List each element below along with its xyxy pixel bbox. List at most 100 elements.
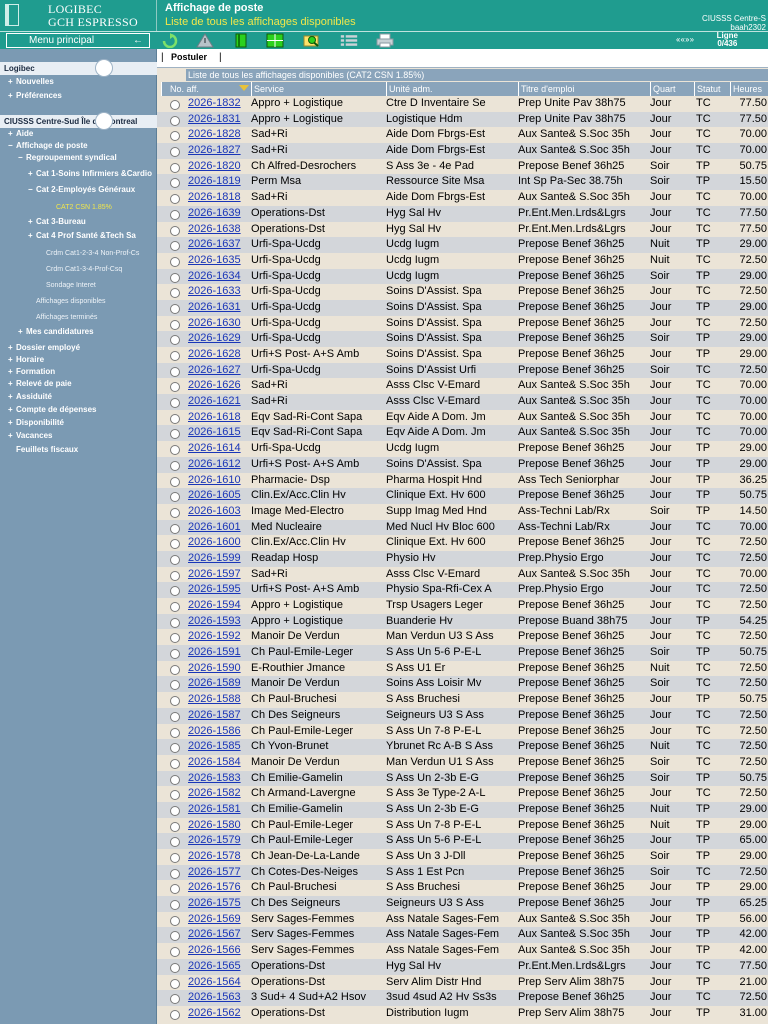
table-row[interactable]: 2026-1585 Ch Yvon-Brunet Ybrunet Rc A-B S … xyxy=(157,739,768,755)
row-select-radio[interactable] xyxy=(170,680,180,691)
row-select-radio[interactable] xyxy=(170,821,180,832)
posting-number-link[interactable]: 2026-1610 xyxy=(188,473,241,489)
row-select-radio[interactable] xyxy=(170,209,180,220)
table-row[interactable]: 2026-1587 Ch Des Seigneurs Seigneurs U3 S … xyxy=(157,707,768,724)
row-select-radio[interactable] xyxy=(170,335,180,346)
table-row[interactable]: 2026-1582 Ch Armand-Lavergne S Ass 3e Type… xyxy=(157,786,768,802)
posting-number-link[interactable]: 2026-1832 xyxy=(188,96,241,112)
row-select-radio[interactable] xyxy=(170,1009,180,1020)
sidebar-item-disponibilite[interactable]: + Disponibilité xyxy=(0,418,157,428)
row-select-radio[interactable] xyxy=(170,758,180,769)
list-view-icon[interactable] xyxy=(340,33,358,48)
table-row[interactable]: 2026-1566 Serv Sages-Femmes Ass Natale Sag… xyxy=(157,943,768,959)
table-row[interactable]: 2026-1565 Operations-Dst Hyg Sal Hv Pr.Ent.… xyxy=(157,958,768,975)
posting-number-link[interactable]: 2026-1593 xyxy=(188,614,241,630)
row-select-radio[interactable] xyxy=(170,696,180,707)
grid-export-icon[interactable] xyxy=(266,33,284,48)
expand-icon[interactable]: + xyxy=(8,91,16,101)
posting-number-link[interactable]: 2026-1600 xyxy=(188,535,241,551)
expand-icon[interactable]: + xyxy=(8,343,16,353)
row-select-radio[interactable] xyxy=(170,915,180,926)
posting-number-link[interactable]: 2026-1591 xyxy=(188,645,241,661)
row-select-radio[interactable] xyxy=(170,366,180,377)
row-select-radio[interactable] xyxy=(170,900,180,911)
table-row[interactable]: 2026-1589 Manoir De Verdun Soins Ass Loisi… xyxy=(157,676,768,693)
table-row[interactable]: 2026-1590 E-Routhier Jmance S Ass U1 Er Pre… xyxy=(157,660,768,677)
sidebar-item-feuillets-fiscaux[interactable]: Feuillets fiscaux xyxy=(0,445,157,455)
sidebar-item-affichages-termines[interactable]: Affichages terminés xyxy=(0,313,157,323)
posting-number-link[interactable]: 2026-1566 xyxy=(188,943,241,959)
sidebar-item-vacances[interactable]: + Vacances xyxy=(0,431,157,441)
sidebar-item-compte-de-depenses[interactable]: + Compte de dépenses xyxy=(0,405,157,415)
table-row[interactable]: 2026-1612 Urfi+S Post- A+S Amb Soins D'Ass… xyxy=(157,456,768,473)
table-row[interactable]: 2026-1827 Sad+Ri Aide Dom Fbrgs-Est Aux San… xyxy=(157,143,768,159)
row-select-radio[interactable] xyxy=(170,790,180,801)
sidebar-item-mes-candidatures[interactable]: + Mes candidatures xyxy=(0,327,157,337)
sidebar-item-preferences[interactable]: + Préférences xyxy=(0,91,157,101)
row-select-radio[interactable] xyxy=(170,115,180,126)
sidebar-item-dossier-employe[interactable]: + Dossier employé xyxy=(0,343,157,353)
row-select-radio[interactable] xyxy=(170,978,180,989)
table-row[interactable]: 2026-1610 Pharmacie- Dsp Pharma Hospit Hnd… xyxy=(157,472,768,489)
expand-icon[interactable]: + xyxy=(8,129,16,139)
row-select-radio[interactable] xyxy=(170,413,180,424)
row-select-radio[interactable] xyxy=(170,131,180,142)
posting-number-link[interactable]: 2026-1618 xyxy=(188,410,241,426)
row-select-radio[interactable] xyxy=(170,633,180,644)
row-select-radio[interactable] xyxy=(170,884,180,895)
table-row[interactable]: 2026-1575 Ch Des Seigneurs Seigneurs U3 S … xyxy=(157,896,768,912)
table-row[interactable]: 2026-1593 Appro + Logistique Buanderie Hv P… xyxy=(157,613,768,630)
row-select-radio[interactable] xyxy=(170,523,180,534)
posting-number-link[interactable]: 2026-1562 xyxy=(188,1006,241,1022)
posting-number-link[interactable]: 2026-1819 xyxy=(188,174,241,190)
table-row[interactable]: 2026-1820 Ch Alfred-Desrochers S Ass 3e - … xyxy=(157,158,768,175)
posting-number-link[interactable]: 2026-1637 xyxy=(188,237,241,253)
row-select-radio[interactable] xyxy=(170,303,180,314)
row-select-radio[interactable] xyxy=(170,100,180,110)
row-select-radio[interactable] xyxy=(170,241,180,252)
posting-number-link[interactable]: 2026-1579 xyxy=(188,833,241,849)
table-row[interactable]: 2026-1635 Urfi-Spa-Ucdg Ucdg Iugm Prepose B… xyxy=(157,252,768,269)
expand-icon[interactable]: + xyxy=(8,77,16,87)
posting-number-link[interactable]: 2026-1597 xyxy=(188,567,241,583)
main-menu-button[interactable]: Menu principal ← xyxy=(6,33,150,48)
table-row[interactable]: 2026-1601 Med Nucleaire Med Nucl Hv Bloc 6… xyxy=(157,519,768,536)
row-select-radio[interactable] xyxy=(170,351,180,361)
sidebar-item-cat-2-employes-generaux[interactable]: − Cat 2-Employés Généraux xyxy=(0,185,157,195)
row-select-radio[interactable] xyxy=(170,492,180,503)
sidebar-item-cat-3-bureau[interactable]: + Cat 3-Bureau xyxy=(0,217,157,227)
expand-icon[interactable]: + xyxy=(18,327,26,337)
row-select-radio[interactable] xyxy=(170,162,180,173)
row-select-radio[interactable] xyxy=(170,539,180,550)
posting-number-link[interactable]: 2026-1612 xyxy=(188,457,241,473)
sidebar-item-formation[interactable]: + Formation xyxy=(0,367,157,377)
posting-number-link[interactable]: 2026-1614 xyxy=(188,441,241,457)
table-row[interactable]: 2026-1562 Operations-Dst Distribution Iugm… xyxy=(157,1005,768,1022)
table-row[interactable]: 2026-1615 Eqv Sad-Ri-Cont Sapa Eqv Aide A … xyxy=(157,425,768,442)
expand-icon[interactable]: + xyxy=(8,367,16,377)
row-select-radio[interactable] xyxy=(170,805,180,816)
sort-desc-icon[interactable] xyxy=(239,85,249,91)
sidebar-item-regroupement-syndical[interactable]: − Regroupement syndical xyxy=(0,153,157,163)
table-row[interactable]: 2026-1832 Appro + Logistique Ctre D Invent… xyxy=(157,96,768,112)
table-row[interactable]: 2026-1626 Sad+Ri Asss Clsc V-Emard Aux Sant… xyxy=(157,378,768,395)
table-row[interactable]: 2026-1599 Readap Hosp Physio Hv Prep.Physio… xyxy=(157,550,768,567)
row-select-radio[interactable] xyxy=(170,570,180,581)
row-select-radio[interactable] xyxy=(170,178,180,189)
row-select-radio[interactable] xyxy=(170,288,180,299)
refresh-icon[interactable] xyxy=(161,33,179,48)
posting-number-link[interactable]: 2026-1828 xyxy=(188,127,241,143)
posting-number-link[interactable]: 2026-1638 xyxy=(188,222,241,238)
posting-number-link[interactable]: 2026-1587 xyxy=(188,708,241,724)
posting-number-link[interactable]: 2026-1581 xyxy=(188,802,241,818)
posting-number-link[interactable]: 2026-1599 xyxy=(188,551,241,567)
sidebar-item-crdm-cat1-3-4-prof-csq[interactable]: Crdm Cat1-3-4-Prof-Csq xyxy=(0,265,157,275)
posting-number-link[interactable]: 2026-1827 xyxy=(188,143,241,159)
row-select-radio[interactable] xyxy=(170,649,180,660)
posting-number-link[interactable]: 2026-1605 xyxy=(188,488,241,504)
sidebar-item-horaire[interactable]: + Horaire xyxy=(0,355,157,365)
sidebar-item-releve-de-paie[interactable]: + Relevé de paie xyxy=(0,379,157,389)
posting-number-link[interactable]: 2026-1594 xyxy=(188,598,241,614)
table-row[interactable]: 2026-1588 Ch Paul-Bruchesi S Ass Bruchesi P… xyxy=(157,692,768,708)
posting-number-link[interactable]: 2026-1577 xyxy=(188,865,241,881)
